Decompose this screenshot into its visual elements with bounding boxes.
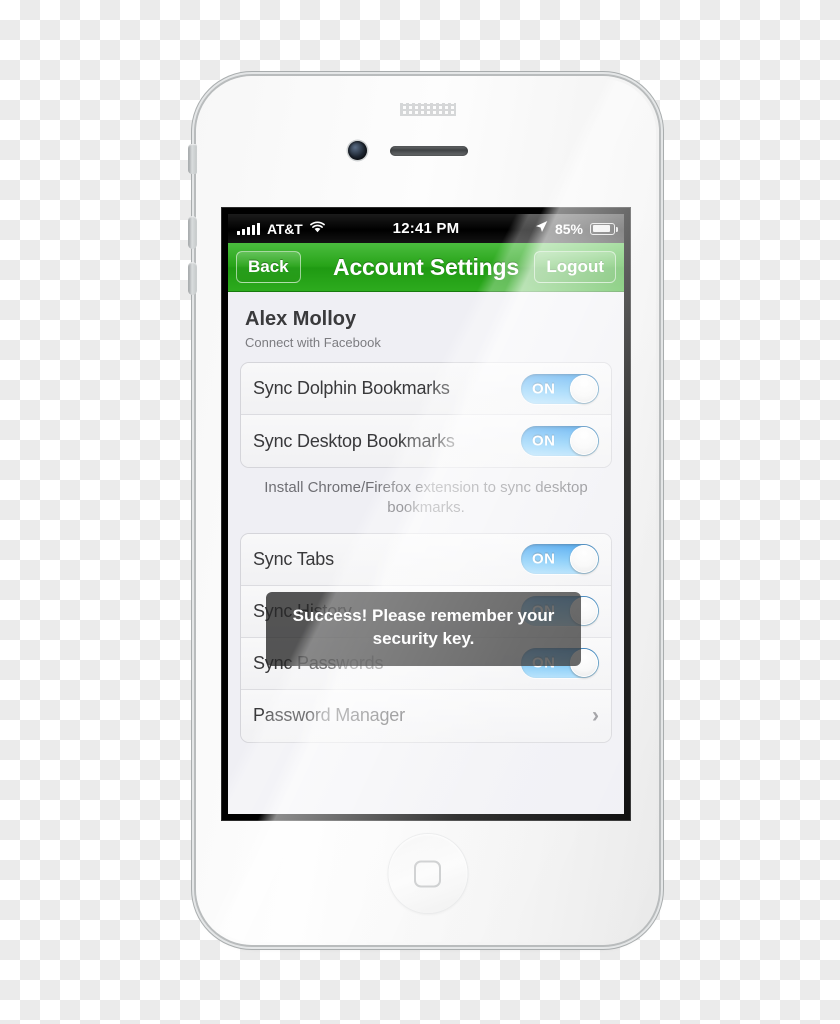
row-label: Sync Tabs (253, 548, 334, 569)
toast-message: Success! Please remember your security k… (266, 592, 581, 666)
status-bar-clock: 12:41 PM (392, 220, 460, 237)
volume-down-button[interactable] (188, 262, 197, 295)
row-label: Sync Desktop Bookmarks (253, 430, 455, 451)
status-bar: AT&T 12:41 PM 85% (228, 214, 624, 243)
proximity-sensor-grille (399, 103, 456, 116)
front-camera-icon (348, 141, 367, 160)
table-row[interactable]: Sync Dolphin Bookmarks ON (241, 363, 611, 415)
logout-button[interactable]: Logout (534, 251, 616, 283)
row-label: Password Manager (253, 705, 405, 725)
home-square-icon (414, 860, 441, 887)
home-button[interactable] (388, 834, 467, 913)
helper-text: Install Chrome/Firefox extension to sync… (264, 479, 588, 517)
sync-tabs-toggle[interactable]: ON (521, 544, 599, 574)
table-row[interactable]: Sync Tabs ON (241, 533, 611, 586)
toggle-state-label: ON (532, 432, 556, 450)
sync-dolphin-bookmarks-toggle[interactable]: ON (521, 373, 599, 404)
table-row[interactable]: Sync Desktop Bookmarks ON (241, 415, 611, 467)
sync-desktop-bookmarks-toggle[interactable]: ON (521, 426, 599, 456)
toggle-knob (570, 427, 598, 455)
earpiece-speaker-icon (390, 146, 468, 156)
volume-up-button[interactable] (188, 216, 197, 249)
chevron-right-icon: › (592, 704, 599, 727)
row-label: Sync Dolphin Bookmarks (253, 378, 450, 398)
phone-screen: AT&T 12:41 PM 85% Back Account Settings … (228, 214, 624, 814)
toggle-knob (570, 545, 598, 573)
settings-group-bookmarks: Sync Dolphin Bookmarks ON Sync Desktop B… (240, 362, 612, 468)
toggle-knob (570, 374, 598, 403)
back-button[interactable]: Back (236, 251, 301, 283)
silent-switch-button[interactable] (188, 144, 197, 174)
toggle-state-label: ON (532, 380, 556, 397)
iphone-device: AT&T 12:41 PM 85% Back Account Settings … (188, 76, 659, 945)
navigation-bar: Back Account Settings Logout (228, 243, 624, 292)
connect-with-facebook-link[interactable]: Connect with Facebook (245, 335, 612, 350)
profile-name: Alex Molloy (245, 308, 357, 330)
toggle-state-label: ON (532, 550, 556, 568)
settings-content: Alex Molloy Connect with Facebook Sync D… (228, 292, 624, 814)
battery-icon (590, 222, 618, 235)
table-row[interactable]: Password Manager › (241, 689, 611, 742)
